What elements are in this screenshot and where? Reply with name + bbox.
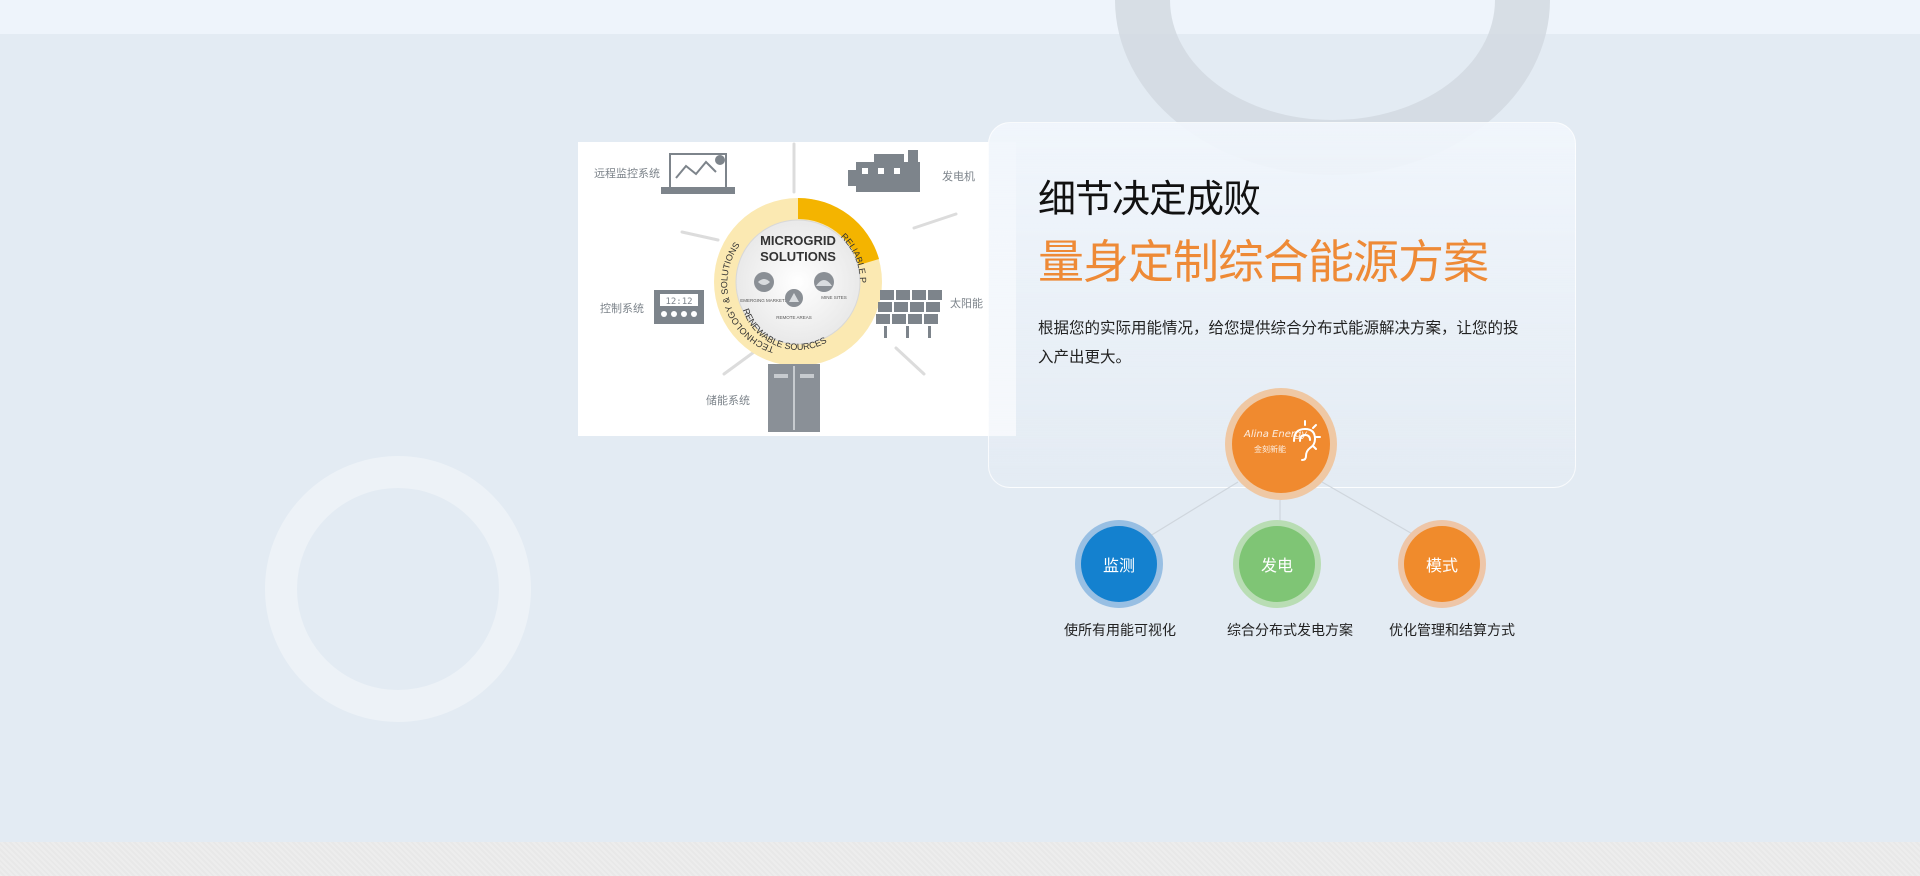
clock-readout: 12:12 — [665, 297, 692, 307]
remote-areas-icon — [785, 289, 803, 307]
control-panel-icon — [654, 290, 704, 324]
microgrid-diagram: RELIABLE POWER RENEWABLE SOURCES TECHNOL… — [574, 134, 1016, 436]
hub-logo: Alina Energy 金刻新能 — [1225, 388, 1337, 500]
center-title-line1: MICROGRID — [760, 233, 836, 248]
top-band — [0, 0, 1920, 34]
listening-ear-icon — [1293, 420, 1321, 461]
bottom-band — [0, 842, 1920, 876]
emerging-markets-label: EMERGING MARKETS — [740, 298, 788, 303]
decorative-ring-left — [265, 456, 531, 722]
laptop-chart-icon — [661, 153, 735, 194]
feature-mode-node[interactable]: 模式 — [1398, 520, 1486, 608]
feature-mode-label: 模式 — [1404, 526, 1480, 602]
section-subtitle: 量身定制综合能源方案 — [1038, 235, 1489, 289]
label-control: 控制系统 — [600, 301, 644, 315]
center-title-line2: SOLUTIONS — [760, 249, 836, 264]
feature-monitor-label: 监测 — [1081, 526, 1157, 602]
emerging-markets-icon — [754, 272, 774, 292]
label-solar: 太阳能 — [950, 296, 983, 310]
mine-sites-label: MINE SITES — [821, 295, 847, 300]
hub-sub-text: 金刻新能 — [1254, 445, 1286, 454]
feature-generation-node[interactable]: 发电 — [1233, 520, 1321, 608]
label-generator: 发电机 — [942, 169, 975, 183]
label-remote-monitor: 远程监控系统 — [594, 166, 660, 180]
feature-generation-caption: 综合分布式发电方案 — [1227, 623, 1353, 639]
section-title: 细节决定成败 — [1038, 177, 1261, 221]
feature-generation-label: 发电 — [1239, 526, 1315, 602]
feature-mode-caption: 优化管理和结算方式 — [1389, 623, 1515, 639]
feature-monitor-caption: 使所有用能可视化 — [1064, 623, 1176, 639]
section-description: 根据您的实际用能情况，给您提供综合分布式能源解决方案，让您的投入产出更大。 — [1038, 319, 1519, 366]
storage-cabinet-icon — [768, 364, 820, 432]
label-storage: 储能系统 — [706, 393, 750, 407]
feature-monitor-node[interactable]: 监测 — [1075, 520, 1163, 608]
remote-areas-label: REMOTE AREAS — [776, 315, 812, 320]
mine-sites-icon — [814, 272, 834, 292]
